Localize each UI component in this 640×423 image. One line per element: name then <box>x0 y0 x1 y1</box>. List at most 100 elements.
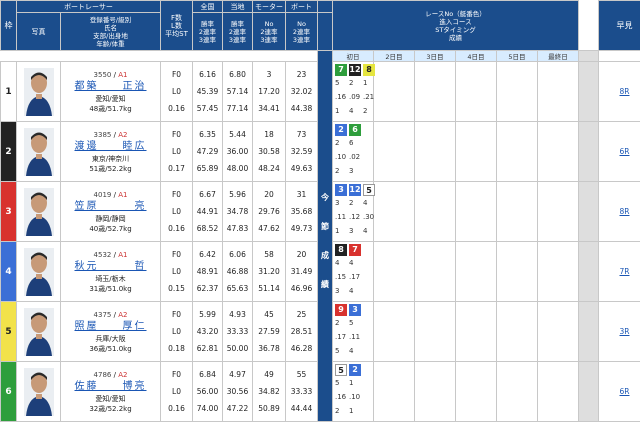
konsetsu-label: 今節成績 <box>317 61 333 422</box>
race-number-badge[interactable]: 9 <box>335 304 347 316</box>
racer-photo <box>16 61 61 122</box>
age-weight: 48歳/51.7kg <box>89 104 132 113</box>
racer-info: 4786 / A2 佐藤 博亮 愛知/愛知 32歳/52.2kg <box>60 361 161 422</box>
day-empty-cell <box>536 61 580 122</box>
haya-link[interactable]: 8R <box>620 87 630 96</box>
fl-st-header: F数 L数 平均ST <box>160 0 193 51</box>
haya-cell: 8R <box>598 61 640 122</box>
day-empty-cell <box>496 121 538 182</box>
racer-info: 4375 / A2 照屋 厚仁 兵庫/大阪 36歳/51.0kg <box>60 301 161 362</box>
race-number-badge[interactable]: 7 <box>335 64 347 76</box>
racer-class: A2 <box>118 310 128 319</box>
haya-link[interactable]: 3R <box>620 327 630 336</box>
day-4-header: 4日目 <box>455 50 497 62</box>
racer-class: A2 <box>118 370 128 379</box>
haya-cell: 3R <box>598 301 640 362</box>
day-empty-cell <box>536 241 580 302</box>
zenkoku-sub: 勝率 2連率 3連率 <box>192 12 223 51</box>
race-number-badge[interactable]: 8 <box>335 244 347 256</box>
fl-st: F0 L0 0.15 <box>160 241 193 302</box>
day-empty-cell <box>414 301 456 362</box>
racer-photo <box>16 121 61 182</box>
race-number-badge[interactable]: 2 <box>335 124 347 136</box>
race-detail: 1 <box>335 107 340 115</box>
race-number-badge[interactable]: 2 <box>349 364 361 376</box>
photo-header: 写真 <box>16 12 61 51</box>
touchi-sub: 勝率 2連率 3連率 <box>222 12 253 51</box>
haya-link[interactable]: 6R <box>620 147 630 156</box>
race-number-badge[interactable]: 12 <box>349 64 361 76</box>
boat-stats: 23 32.02 44.38 <box>285 61 318 122</box>
race-number-badge[interactable]: 7 <box>349 244 361 256</box>
race-result-header: レースNo（艇番色） 進入コース STタイミング 成績 <box>331 0 580 51</box>
race-detail: .10 <box>349 393 361 401</box>
racer-name-link[interactable]: 都築 正治 <box>61 80 160 94</box>
day-empty-cell <box>373 121 415 182</box>
race-detail: .17 <box>335 333 347 341</box>
race-detail: 3 <box>349 227 354 235</box>
race-detail: 4 <box>349 259 354 267</box>
mot-stats: 20 29.76 47.62 <box>252 181 286 242</box>
haya-link[interactable]: 7R <box>620 267 630 276</box>
haya-link[interactable]: 6R <box>620 387 630 396</box>
racer-photo <box>16 241 61 302</box>
race-detail: 1 <box>349 379 354 387</box>
racer-name-link[interactable]: 佐藤 博亮 <box>61 380 160 394</box>
day-empty-cell <box>536 121 580 182</box>
racer-photo <box>16 361 61 422</box>
day-empty-cell <box>536 301 580 362</box>
race-detail: 5 <box>349 319 354 327</box>
lane-number: 2 <box>0 121 17 182</box>
day-1-results: 2 2.10 2 6 6.02 3 <box>333 122 373 181</box>
day-empty-cell <box>373 301 415 362</box>
race-number-badge[interactable]: 3 <box>349 304 361 316</box>
race-number-badge[interactable]: 5 <box>363 184 375 196</box>
reg-number: 4786 <box>93 370 112 379</box>
lane-number: 4 <box>0 241 17 302</box>
race-detail: .16 <box>335 93 347 101</box>
zen-stats: 6.42 48.91 62.37 <box>192 241 223 302</box>
day-empty-cell <box>455 121 497 182</box>
day-1-header: 初日 <box>332 50 374 62</box>
day-empty-cell <box>496 181 538 242</box>
mot-stats: 18 30.58 48.24 <box>252 121 286 182</box>
race-number-badge[interactable]: 3 <box>335 184 347 196</box>
race-number-badge[interactable]: 12 <box>349 184 361 196</box>
racer-header: ボートレーサー <box>16 0 161 13</box>
racer-name-link[interactable]: 照屋 厚仁 <box>61 320 160 334</box>
reg-number: 3550 <box>93 70 112 79</box>
race-detail: 4 <box>349 287 354 295</box>
race-number-badge[interactable]: 6 <box>349 124 361 136</box>
race-number-badge[interactable]: 5 <box>335 364 347 376</box>
day-empty-cell <box>496 61 538 122</box>
day-empty-cell <box>455 241 497 302</box>
racer-class: A1 <box>118 250 128 259</box>
race-detail: 3 <box>349 167 354 175</box>
race-detail: 4 <box>335 259 340 267</box>
day-1-results: 7 5.16 1 12 2.09 4 8 1.21 2 <box>333 62 375 121</box>
spacer <box>578 241 600 302</box>
tou-stats: 5.96 34.78 47.83 <box>222 181 253 242</box>
age-weight: 32歳/52.2kg <box>89 404 132 413</box>
mot-stats: 49 34.82 50.89 <box>252 361 286 422</box>
haya-link[interactable]: 8R <box>620 207 630 216</box>
race-detail: 2 <box>335 139 340 147</box>
race-detail: .30 <box>363 213 375 221</box>
reg-number: 4532 <box>93 250 112 259</box>
race-detail: 1 <box>363 79 368 87</box>
racer-name-link[interactable]: 渡邊 睦広 <box>61 140 160 154</box>
boat-sub: No 2連率 3連率 <box>285 12 318 51</box>
day-empty-cell <box>496 361 538 422</box>
day-5-header: 5日目 <box>496 50 538 62</box>
branch: 東京/神奈川 <box>91 154 130 163</box>
race-detail: .11 <box>349 333 361 341</box>
racer-name-link[interactable]: 秋元 哲 <box>61 260 160 274</box>
racer-name-link[interactable]: 笠原 亮 <box>61 200 160 214</box>
race-detail: 5 <box>335 379 340 387</box>
tou-stats: 4.97 30.56 47.22 <box>222 361 253 422</box>
fl-st: F0 L0 0.16 <box>160 361 193 422</box>
race-detail: 2 <box>363 107 368 115</box>
race-number-badge[interactable]: 8 <box>363 64 375 76</box>
race-detail: .02 <box>349 153 361 161</box>
day-1-results: 5 5 .16 2 2 1 .10 1 <box>333 362 373 421</box>
